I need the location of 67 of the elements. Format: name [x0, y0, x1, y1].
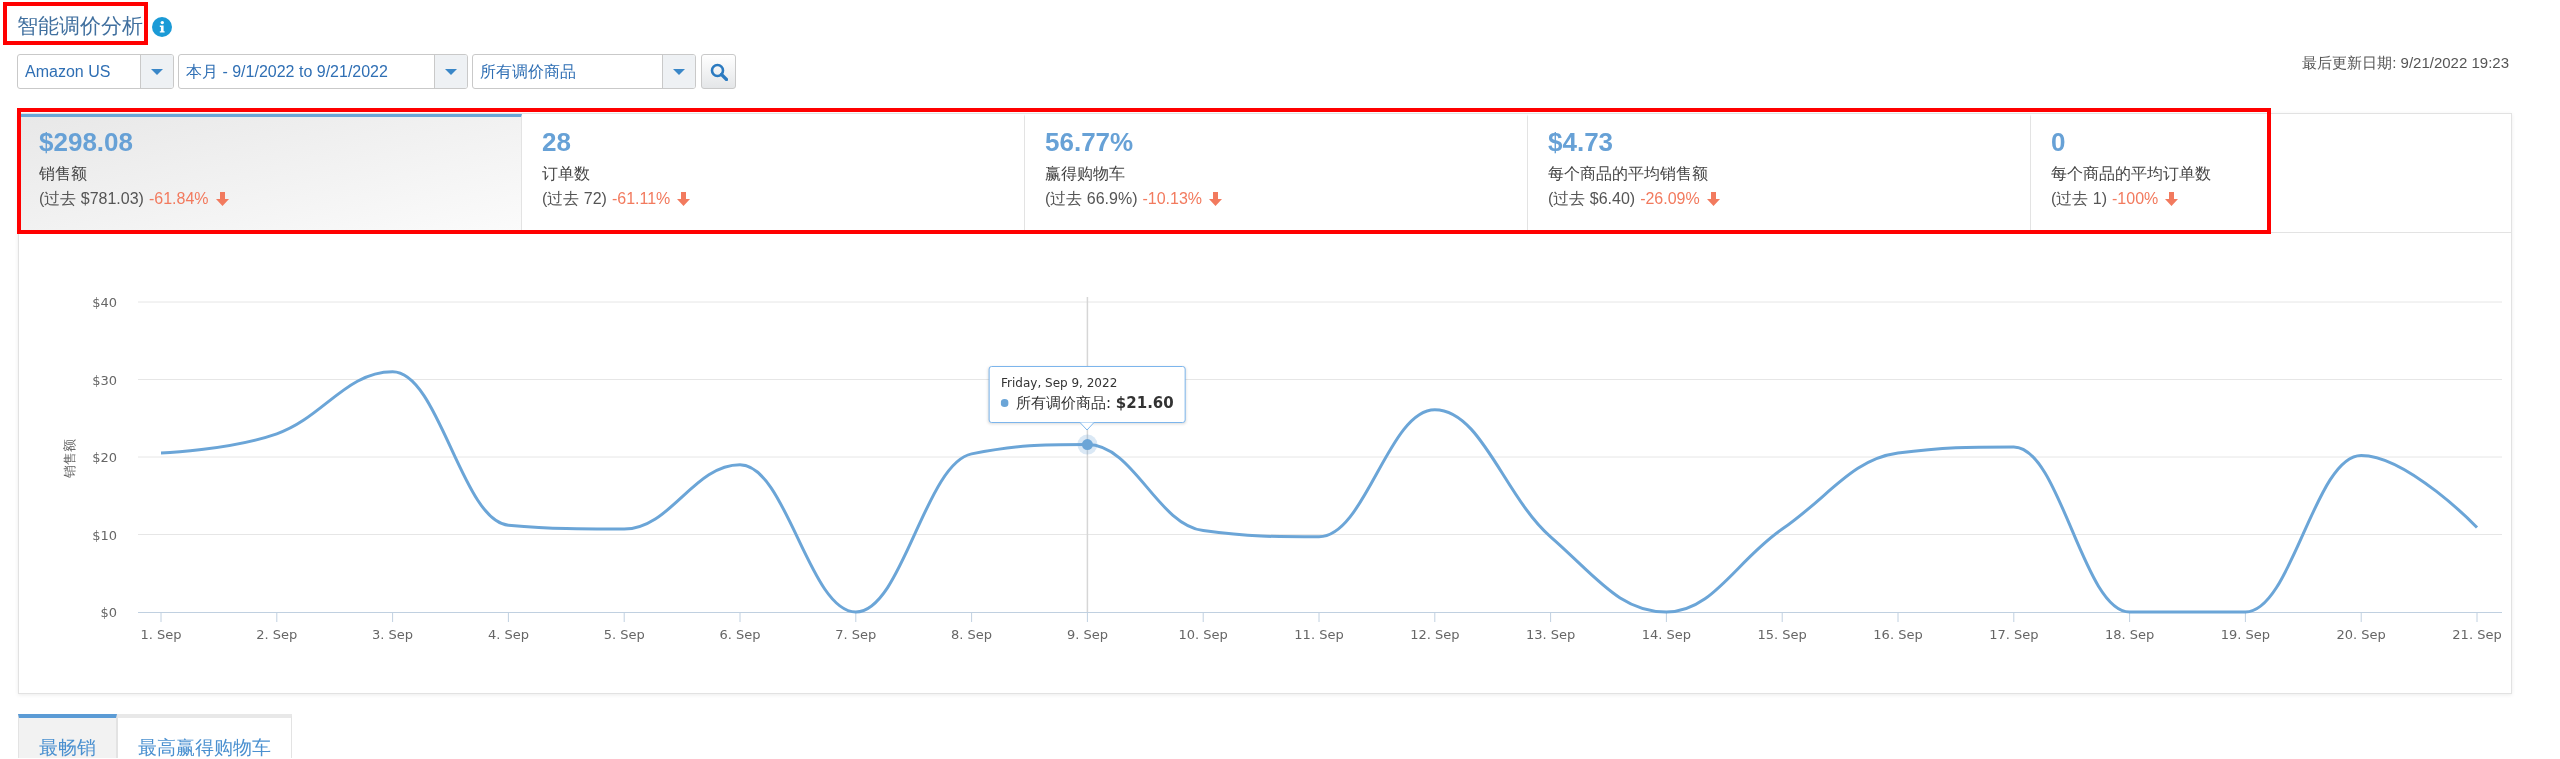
search-icon — [709, 62, 728, 81]
axis-label: $40 — [92, 295, 117, 310]
axis-label: 8. Sep — [951, 627, 993, 642]
axis-label: $20 — [92, 450, 117, 465]
axis-label: 2. Sep — [256, 627, 298, 642]
dropdown[interactable]: 本月 - 9/1/2022 to 9/21/2022 — [178, 54, 468, 89]
dropdown[interactable]: Amazon US — [17, 54, 174, 89]
axis-label: 15. Sep — [1757, 627, 1807, 642]
tab[interactable]: 最高赢得购物车 — [117, 714, 292, 758]
axis-label: 4. Sep — [487, 627, 529, 642]
stat-value: 0 — [2051, 127, 2066, 157]
stat-label: 订单数 — [542, 164, 590, 184]
axis-label: 20. Sep — [2336, 627, 2386, 642]
stat-previous: (过去 1) — [2051, 189, 2107, 209]
page-title: 智能调价分析 — [17, 13, 143, 38]
last-updated-text: 最后更新日期: 9/21/2022 19:23 — [2302, 54, 2509, 72]
tooltip-value: 所有调价商品: $21.60 — [1016, 392, 1174, 413]
stat-card[interactable]: $298.08 销售额 (过去 $781.03) -61.84% — [19, 114, 522, 233]
dropdown[interactable]: 所有调价商品 — [472, 54, 696, 89]
stat-change: -10.13% — [1142, 189, 1203, 209]
stat-value: 28 — [542, 127, 571, 157]
axis-label: 1. Sep — [140, 627, 182, 642]
stat-label: 每个商品的平均订单数 — [2051, 164, 2211, 184]
tooltip-date: Friday, Sep 9, 2022 — [1001, 374, 1119, 392]
axis-label: $10 — [92, 527, 117, 543]
axis-label: 18. Sep — [2104, 627, 2155, 642]
stat-card[interactable]: 56.77% 赢得购物车 (过去 66.9%) -10.13% — [1025, 114, 1528, 233]
caret-icon — [140, 55, 173, 88]
stat-change: -61.84% — [148, 189, 209, 209]
stat-card[interactable]: 28 订单数 (过去 72) -61.11% — [522, 114, 1025, 233]
axis-label: 12. Sep — [1410, 627, 1460, 642]
axis-label: 14. Sep — [1641, 627, 1692, 642]
series-dot-icon — [1001, 398, 1010, 407]
axis-label: 21. Sep — [2452, 627, 2502, 642]
search-button[interactable] — [701, 54, 736, 89]
axis-label: 9. Sep — [1066, 627, 1108, 642]
stat-previous: (过去 66.9%) — [1045, 189, 1138, 209]
stat-change: -100% — [2112, 189, 2159, 209]
stat-label: 每个商品的平均销售额 — [1548, 164, 1708, 184]
axis-label: 11. Sep — [1294, 627, 1344, 642]
stat-label: 赢得购物车 — [1045, 164, 1125, 184]
stat-change: -61.11% — [611, 189, 671, 209]
axis-label: 7. Sep — [835, 627, 877, 642]
stat-value: 56.77% — [1045, 127, 1134, 157]
hover-point-marker — [1077, 434, 1098, 455]
stat-value: $4.73 — [1548, 127, 1614, 157]
axis-title: 销售额 — [62, 438, 77, 478]
info-icon[interactable] — [152, 17, 172, 37]
stat-label: 销售额 — [39, 164, 87, 184]
axis-label: 16. Sep — [1873, 627, 1923, 642]
stat-previous: (过去 $6.40) — [1548, 189, 1636, 209]
axis-label: $30 — [92, 372, 117, 388]
axis-label: $0 — [100, 605, 117, 620]
axis-label: 13. Sep — [1525, 627, 1576, 642]
axis-label: 17. Sep — [1989, 627, 2039, 642]
caret-icon — [434, 55, 467, 88]
axis-label: 5. Sep — [603, 627, 645, 642]
axis-label: 19. Sep — [2220, 627, 2271, 642]
caret-icon — [662, 55, 695, 88]
axis-label: 3. Sep — [372, 627, 414, 642]
axis-label: 10. Sep — [1178, 627, 1228, 642]
stat-previous: (过去 $781.03) — [39, 189, 144, 209]
stat-previous: (过去 72) — [542, 189, 607, 209]
stat-value: $298.08 — [39, 127, 133, 157]
axis-label: 6. Sep — [719, 627, 761, 642]
stat-card[interactable]: $4.73 每个商品的平均销售额 (过去 $6.40) -26.09% — [1528, 114, 2031, 233]
stat-change: -26.09% — [1640, 189, 1700, 209]
